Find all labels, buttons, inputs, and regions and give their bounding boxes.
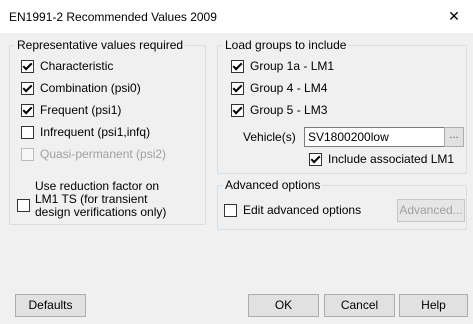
title-bar: EN1991-2 Recommended Values 2009 ✕ (0, 0, 473, 33)
frequent-checkbox[interactable] (21, 103, 34, 117)
ok-button[interactable]: OK (248, 294, 319, 317)
quasi-permanent-label: Quasi-permanent (psi2) (40, 147, 167, 161)
reduction-label-line3: design verifications only) (35, 205, 167, 219)
infrequent-checkbox-row[interactable]: Infrequent (psi1,infq) (21, 124, 150, 140)
advanced-button: Advanced... (397, 199, 465, 222)
characteristic-checkbox-row[interactable]: Characteristic (21, 58, 113, 74)
cancel-button[interactable]: Cancel (324, 294, 395, 317)
group-4-checkbox-row[interactable]: Group 4 - LM4 (231, 80, 327, 96)
quasi-permanent-checkbox-row: Quasi-permanent (psi2) (21, 146, 166, 162)
group-1a-checkbox[interactable] (231, 59, 244, 73)
load-groups-title: Load groups to include (223, 38, 349, 52)
quasi-permanent-checkbox (21, 147, 34, 161)
vehicle-label: Vehicle(s) (243, 130, 296, 144)
group-5-checkbox[interactable] (231, 103, 244, 117)
characteristic-label: Characteristic (40, 59, 114, 73)
edit-advanced-checkbox[interactable] (224, 203, 237, 217)
infrequent-checkbox[interactable] (21, 125, 34, 139)
include-lm1-checkbox[interactable] (309, 152, 322, 166)
vehicle-browse-button[interactable]: ... (444, 127, 464, 147)
frequent-label: Frequent (psi1) (40, 103, 122, 117)
edit-advanced-label: Edit advanced options (243, 203, 362, 217)
include-lm1-label: Include associated LM1 (328, 152, 455, 166)
group-5-label: Group 5 - LM3 (250, 103, 328, 117)
representative-values-title: Representative values required (15, 38, 186, 52)
group-1a-label: Group 1a - LM1 (250, 59, 335, 73)
group-4-label: Group 4 - LM4 (250, 81, 328, 95)
edit-advanced-checkbox-row[interactable]: Edit advanced options (224, 202, 361, 218)
defaults-button[interactable]: Defaults (15, 294, 86, 317)
close-icon[interactable]: ✕ (435, 0, 473, 33)
help-button[interactable]: Help (399, 294, 468, 317)
infrequent-label: Infrequent (psi1,infq) (40, 125, 151, 139)
group-5-checkbox-row[interactable]: Group 5 - LM3 (231, 102, 327, 118)
group-1a-checkbox-row[interactable]: Group 1a - LM1 (231, 58, 334, 74)
combination-label: Combination (psi0) (40, 81, 141, 95)
group-4-checkbox[interactable] (231, 81, 244, 95)
frequent-checkbox-row[interactable]: Frequent (psi1) (21, 102, 121, 118)
combination-checkbox[interactable] (21, 81, 34, 95)
advanced-options-title: Advanced options (223, 178, 323, 192)
include-lm1-checkbox-row[interactable]: Include associated LM1 (309, 151, 454, 167)
combination-checkbox-row[interactable]: Combination (psi0) (21, 80, 141, 96)
vehicle-input[interactable]: SV1800200low (304, 127, 447, 147)
window-title: EN1991-2 Recommended Values 2009 (9, 10, 217, 24)
characteristic-checkbox[interactable] (21, 59, 34, 73)
reduction-factor-checkbox[interactable] (17, 199, 30, 212)
